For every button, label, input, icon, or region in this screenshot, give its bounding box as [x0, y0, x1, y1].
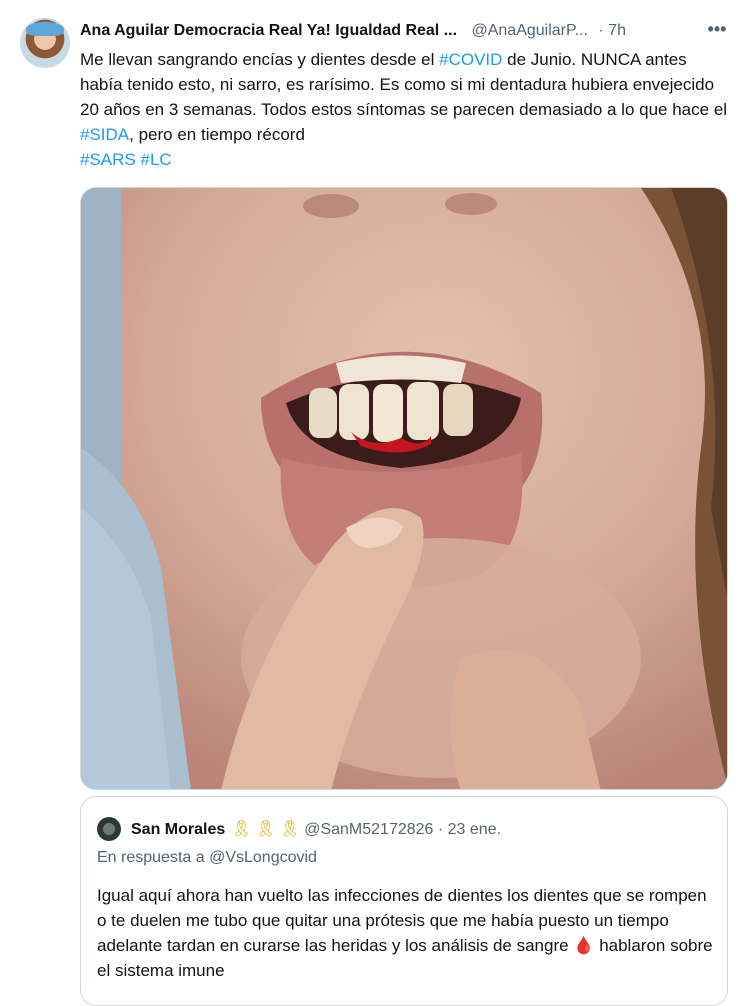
quote-author-handle[interactable]: @SanM52172826 · 23 ene. [304, 821, 501, 838]
hashtag-sida[interactable]: #SIDA [80, 125, 129, 144]
author-handle[interactable]: @AnaAguilarP... [471, 22, 587, 39]
quote-author-avatar[interactable] [97, 817, 121, 841]
photo-illustration [81, 188, 727, 789]
quote-text: Igual aquí ahora han vuelto las infeccio… [97, 883, 713, 983]
hashtag-covid[interactable]: #COVID [439, 50, 502, 69]
more-dots-icon[interactable]: ••• [704, 18, 730, 44]
author-name[interactable]: Ana Aguilar Democracia Real Ya! Igualdad… [80, 22, 457, 39]
quote-header: San Morales 🎗🎗🎗@SanM52172826 · 23 ene. [131, 819, 501, 839]
hashtag-sars[interactable]: #SARS [80, 150, 136, 169]
tweet-header: Ana Aguilar Democracia Real Ya! Igualdad… [80, 22, 730, 44]
ribbon-icons: 🎗🎗🎗 [231, 821, 305, 838]
tweet[interactable]: Ana Aguilar Democracia Real Ya! Igualdad… [0, 0, 752, 1006]
tweet-photo[interactable] [80, 187, 728, 790]
blood-drop-icon: 🩸 [573, 936, 595, 955]
author-avatar[interactable] [20, 18, 70, 68]
quote-reply-context: En respuesta a @VsLongcovid [97, 849, 317, 867]
tweet-text-part: Me llevan sangrando encías y dientes des… [80, 50, 440, 69]
quote-author-name[interactable]: San Morales [131, 821, 225, 838]
tweet-text: Me llevan sangrando encías y dientes des… [80, 47, 730, 172]
quoted-tweet[interactable]: San Morales 🎗🎗🎗@SanM52172826 · 23 ene. En… [80, 796, 728, 1006]
reply-prefix: En respuesta a [97, 849, 210, 866]
reply-mention[interactable]: @VsLongcovid [209, 849, 317, 866]
tweet-time[interactable]: · 7h [598, 22, 626, 39]
tweet-text-part: , pero en tiempo récord [129, 125, 305, 144]
hashtag-lc[interactable]: #LC [140, 150, 171, 169]
